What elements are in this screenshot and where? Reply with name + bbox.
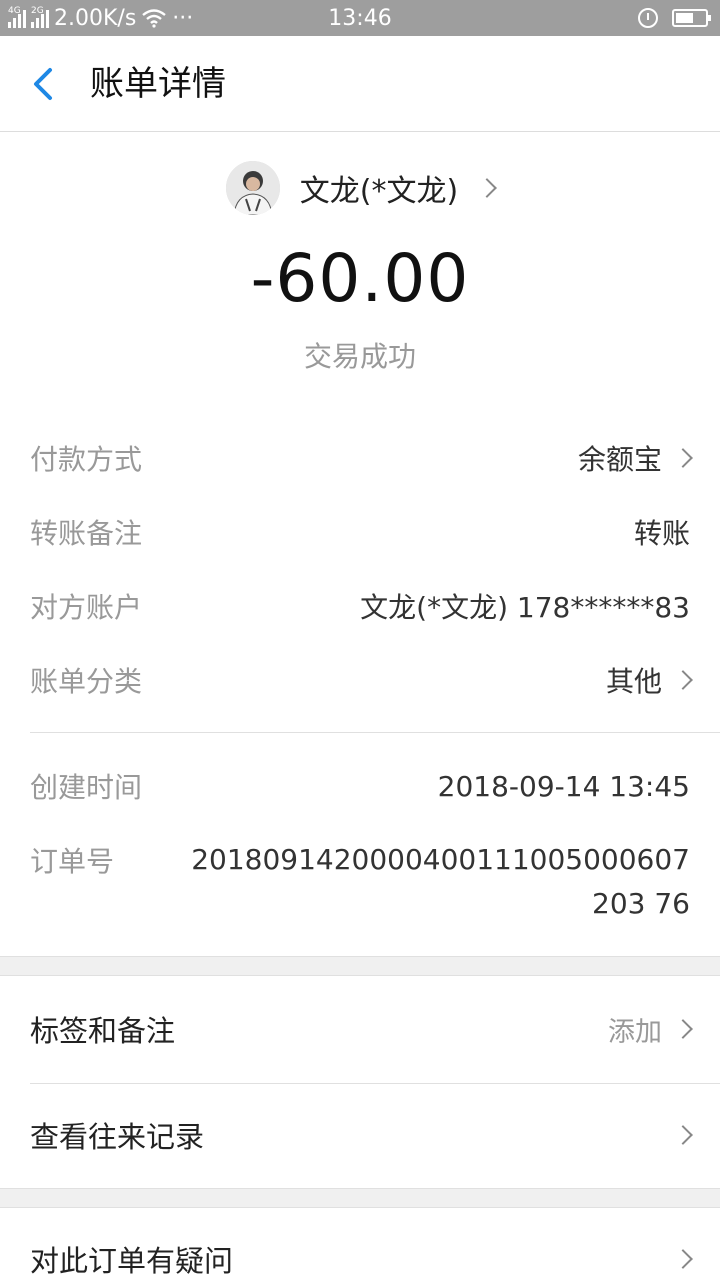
divider <box>30 732 720 733</box>
chevron-right-icon <box>477 178 498 198</box>
payment-method-value: 余额宝 <box>577 443 662 476</box>
detail-value: 余额宝 <box>577 438 693 478</box>
add-hint: 添加 <box>608 1016 662 1048</box>
alarm-icon <box>638 8 658 28</box>
order-question-row[interactable]: 对此订单有疑问 <box>30 1238 693 1280</box>
order-number-value: 2018091420000400111005000607203 76 <box>191 843 690 920</box>
detail-row-counterparty: 对方账户 文龙(*文龙) 178******83 <box>30 586 690 626</box>
detail-row-remark: 转账备注 转账 <box>30 512 690 552</box>
tags-label: 标签和备注 <box>30 1014 176 1048</box>
navigation-bar: 账单详情 <box>0 36 720 132</box>
chevron-right-icon <box>673 1019 693 1039</box>
status-time: 13:46 <box>328 6 392 31</box>
detail-row-create-time: 创建时间 2018-09-14 13:45 <box>30 766 690 806</box>
tags-right: 添加 <box>608 1010 693 1049</box>
detail-label: 付款方式 <box>30 443 143 476</box>
detail-row-payment-method[interactable]: 付款方式 余额宝 <box>30 438 693 478</box>
detail-row-category[interactable]: 账单分类 其他 <box>30 660 693 700</box>
create-time-value: 2018-09-14 13:45 <box>437 769 690 803</box>
section-separator <box>0 956 720 976</box>
view-history-row[interactable]: 查看往来记录 <box>30 1114 693 1156</box>
chevron-right-icon <box>673 670 693 690</box>
chevron-right-icon <box>673 1125 693 1145</box>
detail-value: 文龙(*文龙) 178******83 <box>360 591 690 624</box>
payee-name: 文龙(*文龙) <box>299 174 459 209</box>
page-title: 账单详情 <box>90 64 226 104</box>
chevron-right-icon <box>673 448 693 468</box>
divider <box>30 1083 720 1084</box>
category-value: 其他 <box>605 665 662 698</box>
history-right <box>673 1125 693 1145</box>
history-label: 查看往来记录 <box>30 1120 205 1154</box>
transaction-status: 交易成功 <box>303 340 416 373</box>
chevron-right-icon <box>673 1249 693 1269</box>
section-separator <box>0 1188 720 1208</box>
transaction-amount: -60.00 <box>250 240 470 317</box>
battery-icon <box>672 9 711 27</box>
question-right <box>673 1249 693 1269</box>
detail-value: 其他 <box>605 660 693 700</box>
question-label: 对此订单有疑问 <box>30 1244 234 1278</box>
payee-header[interactable]: 文龙(*文龙) <box>0 160 720 216</box>
detail-label: 创建时间 <box>30 771 143 804</box>
detail-label: 转账备注 <box>30 517 143 550</box>
detail-label: 对方账户 <box>30 591 143 624</box>
status-right <box>638 0 711 36</box>
detail-label: 订单号 <box>30 845 115 878</box>
detail-value: 转账 <box>633 517 690 550</box>
status-bar: 4G 2G 2.00K/s ··· 13:46 <box>0 0 720 36</box>
tags-and-notes-row[interactable]: 标签和备注 添加 <box>30 1008 693 1050</box>
avatar <box>225 161 280 215</box>
detail-label: 账单分类 <box>30 665 143 698</box>
back-arrow-icon[interactable] <box>26 64 66 104</box>
